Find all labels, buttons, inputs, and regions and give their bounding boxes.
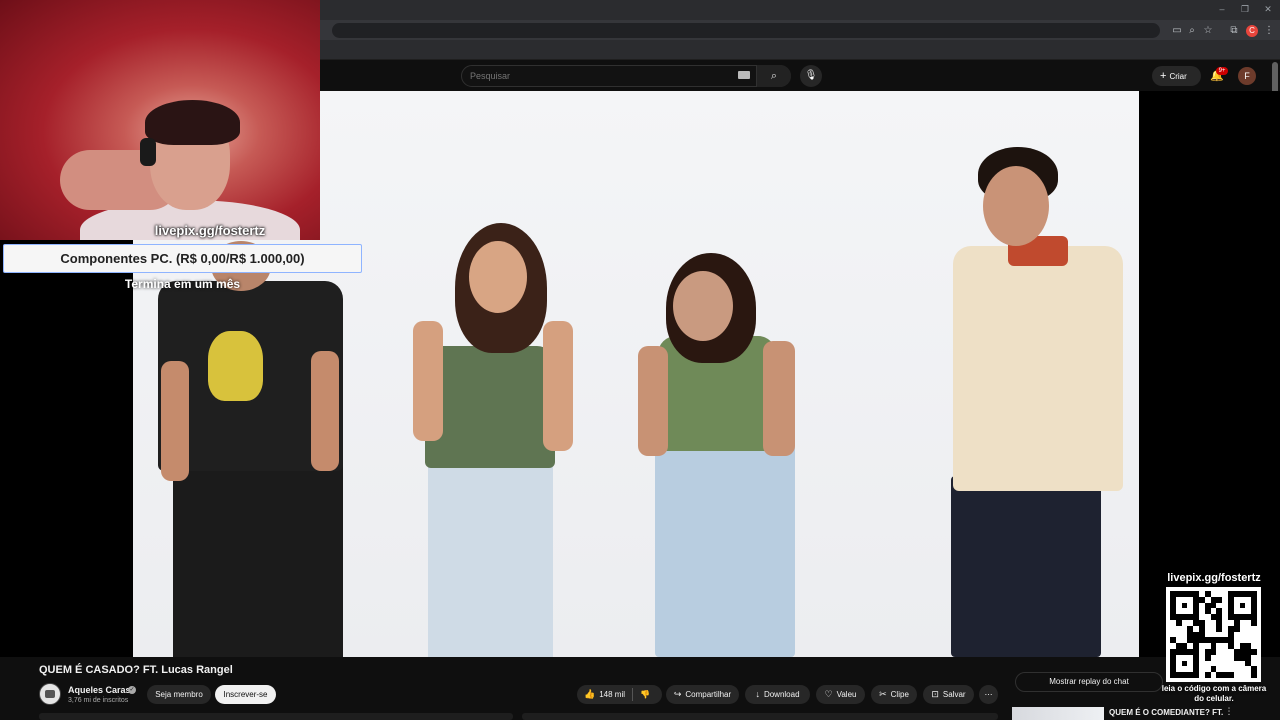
- show-chat-replay-button[interactable]: Mostrar replay do chat: [1015, 672, 1163, 692]
- scissors-icon: ✂: [879, 689, 887, 699]
- save-label: Salvar: [942, 690, 966, 699]
- more-horizontal-icon: ⋯: [984, 690, 993, 699]
- more-actions-button[interactable]: ⋯: [979, 685, 998, 704]
- description-box[interactable]: [39, 713, 513, 720]
- verified-icon: ✓: [128, 686, 136, 694]
- clip-label: Clipe: [890, 690, 909, 699]
- search-icon: ⌕: [770, 70, 778, 82]
- headset-icon: [140, 138, 156, 166]
- subscribe-button[interactable]: Inscrever-se: [215, 685, 276, 704]
- search-input[interactable]: [470, 68, 730, 84]
- video-title: QUEM É CASADO? FT. Lucas Rangel: [39, 664, 233, 676]
- channel-name[interactable]: Aqueles Caras: [68, 685, 131, 695]
- like-count: 148 mil: [599, 690, 626, 699]
- thumbs-up-icon: 👍: [584, 689, 596, 699]
- keyboard-icon[interactable]: [738, 71, 750, 79]
- plus-icon: +: [1160, 70, 1167, 82]
- qr-donation-url: livepix.gg/fostertz: [1167, 572, 1261, 584]
- thumbs-down-icon: 👎: [640, 690, 650, 699]
- download-label: Download: [763, 690, 800, 699]
- clip-button[interactable]: ✂ Clipe: [871, 685, 917, 704]
- address-bar[interactable]: [332, 23, 1160, 38]
- zoom-icon[interactable]: ⌕: [1186, 25, 1198, 37]
- like-button[interactable]: 👍 148 mil: [584, 689, 626, 699]
- maximize-icon[interactable]: ❐: [1240, 4, 1250, 14]
- qr-code: [1166, 587, 1261, 682]
- cast-icon[interactable]: ▭: [1171, 25, 1183, 37]
- extensions-icon[interactable]: ⧉: [1228, 25, 1240, 37]
- notification-badge: 9+: [1216, 67, 1228, 75]
- minimize-icon[interactable]: –: [1217, 4, 1227, 14]
- donation-goal-bar: Componentes PC. (R$ 0,00/R$ 1.000,00): [3, 244, 362, 273]
- qr-caption: leia o código com a câmera do celular.: [1161, 684, 1267, 703]
- dislike-button[interactable]: 👎: [640, 685, 650, 704]
- recommended-title[interactable]: QUEM É O COMEDIANTE? FT.: [1109, 708, 1223, 717]
- close-window-icon[interactable]: ✕: [1263, 4, 1273, 14]
- download-button[interactable]: ↓ Download: [745, 685, 810, 704]
- channel-logo-icon: [45, 690, 55, 698]
- webcam-overlay: [0, 0, 320, 240]
- share-button[interactable]: ↪ Compartilhar: [666, 685, 739, 704]
- recommended-thumbnail[interactable]: [1012, 707, 1104, 720]
- browser-profile-avatar[interactable]: C: [1246, 25, 1258, 37]
- comments-placeholder: [522, 713, 998, 720]
- create-label: Criar: [1169, 72, 1187, 81]
- bookmark-icon: ⊡: [931, 689, 939, 699]
- search-button[interactable]: ⌕: [756, 65, 791, 87]
- donation-url: livepix.gg/fostertz: [154, 223, 266, 238]
- recommended-more-icon[interactable]: ⋮: [1224, 706, 1234, 718]
- voice-search-button[interactable]: 🎙: [800, 65, 822, 87]
- like-divider: [632, 688, 633, 701]
- join-member-button[interactable]: Seja membro: [147, 685, 211, 704]
- bookmark-star-icon[interactable]: ☆: [1202, 25, 1214, 37]
- thanks-button[interactable]: ♡ Valeu: [816, 685, 865, 704]
- subscriber-count: 3,76 mi de inscritos: [68, 697, 129, 704]
- download-icon: ↓: [755, 689, 760, 699]
- account-avatar[interactable]: F: [1238, 67, 1256, 85]
- super-thanks-icon: ♡: [824, 689, 833, 699]
- browser-tab-strip: [320, 0, 1280, 20]
- share-label: Compartilhar: [685, 690, 732, 699]
- create-button[interactable]: + Criar: [1152, 66, 1201, 86]
- microphone-icon: 🎙: [804, 70, 818, 81]
- like-dislike-group: 👍 148 mil 👎: [577, 685, 662, 704]
- browser-menu-icon[interactable]: ⋮: [1263, 25, 1275, 37]
- donation-goal-subtitle: Termina em um mês: [124, 277, 241, 291]
- share-icon: ↪: [673, 689, 682, 699]
- thanks-label: Valeu: [836, 690, 857, 699]
- save-button[interactable]: ⊡ Salvar: [923, 685, 974, 704]
